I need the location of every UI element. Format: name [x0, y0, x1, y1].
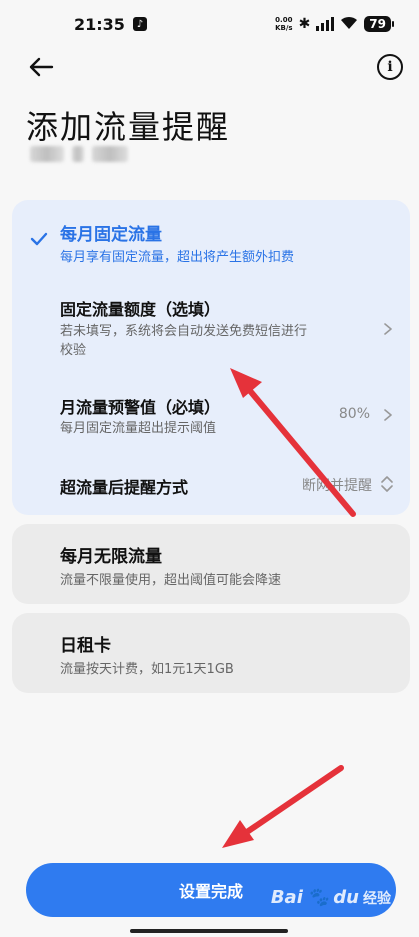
- back-button[interactable]: [26, 52, 56, 82]
- status-left: 21:35 ♪: [74, 15, 147, 34]
- status-bar: 21:35 ♪ 0.00 KB/s ✱ 79: [0, 0, 419, 48]
- info-button[interactable]: i: [377, 54, 403, 80]
- status-time: 21:35: [74, 14, 125, 34]
- watermark-brand: Bai: [270, 887, 303, 908]
- home-indicator[interactable]: [130, 929, 288, 933]
- plan-title: 每月无限流量: [60, 547, 162, 567]
- signal-icon: [316, 17, 335, 31]
- row-warning[interactable]: 月流量预警值（必填） 每月固定流量超出提示阈值 80%: [12, 392, 410, 442]
- plan-desc: 流量按天计费，如1元1天1GB: [60, 662, 234, 677]
- plan-card-unlimited[interactable]: 每月无限流量 流量不限量使用，超出阈值可能会降速: [12, 524, 410, 604]
- row-quota[interactable]: 固定流量额度（选填） 若未填写，系统将会自动发送免费短信进行 校验: [12, 294, 410, 366]
- battery-icon: 79: [364, 16, 394, 32]
- warning-value: 80%: [338, 406, 370, 422]
- annotation-arrow-lower: [222, 765, 344, 848]
- tiktok-icon: ♪: [132, 17, 147, 31]
- paw-icon: 🐾: [306, 887, 330, 908]
- net-speed-value: 0.00: [275, 16, 293, 24]
- chevron-right-icon: [384, 323, 392, 335]
- plan-title: 每月固定流量: [60, 225, 162, 245]
- row-title: 超流量后提醒方式: [60, 478, 189, 497]
- row-desc: 每月固定流量超出提示阈值: [60, 421, 217, 436]
- page-title: 添加流量提醒: [26, 108, 231, 146]
- chevron-updown-icon: [381, 476, 393, 492]
- baidu-watermark: Bai 🐾 du 经验: [271, 887, 391, 908]
- plan-card-fixed[interactable]: 每月固定流量 每月享有固定流量，超出将产生额外扣费 固定流量额度（选填） 若未填…: [12, 200, 410, 515]
- plan-desc: 每月享有固定流量，超出将产生额外扣费: [60, 250, 295, 265]
- row-desc-line1: 若未填写，系统将会自动发送免费短信进行: [60, 324, 308, 339]
- row-desc-line2: 校验: [60, 343, 87, 358]
- watermark-suffix: 经验: [363, 890, 391, 907]
- net-speed-unit: KB/s: [275, 24, 293, 32]
- bluetooth-icon: ✱: [298, 16, 311, 32]
- row-method[interactable]: 超流量后提醒方式 断网并提醒: [12, 472, 410, 498]
- method-value: 断网并提醒: [302, 478, 372, 494]
- status-right: 0.00 KB/s ✱ 79: [275, 15, 394, 34]
- plan-desc: 流量不限量使用，超出阈值可能会降速: [60, 573, 282, 588]
- plan-title: 日租卡: [60, 636, 111, 656]
- plan-card-daily[interactable]: 日租卡 流量按天计费，如1元1天1GB: [12, 613, 410, 693]
- net-speed: 0.00 KB/s: [275, 16, 292, 32]
- watermark-brand-du: du: [333, 887, 359, 908]
- blurred-subtitle: [30, 146, 128, 162]
- row-title: 固定流量额度（选填）: [60, 300, 221, 319]
- row-title: 月流量预警值（必填）: [60, 398, 221, 417]
- back-arrow-icon: [29, 57, 54, 77]
- check-icon: [30, 232, 48, 246]
- chevron-right-icon: [384, 409, 392, 421]
- info-icon: i: [387, 59, 393, 75]
- wifi-icon: [340, 15, 358, 34]
